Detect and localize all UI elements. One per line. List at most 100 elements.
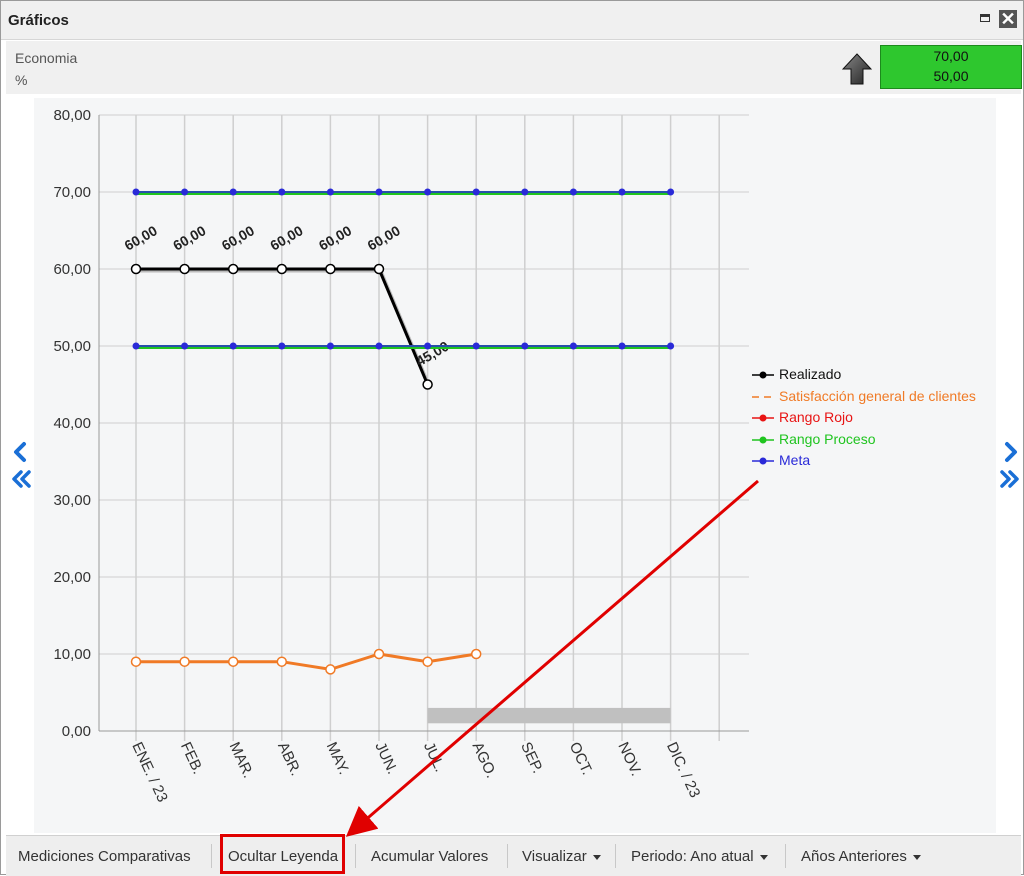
toolbar-divider [211,844,212,868]
data-point [569,342,577,350]
chevron-right-icon[interactable] [999,441,1021,463]
legend-label: Rango Rojo [779,409,853,425]
period-dropdown[interactable]: Periodo: Ano atual [631,848,768,865]
legend-label: Meta [779,452,811,468]
data-point [227,656,239,667]
bottom-toolbar: Mediciones Comparativas Ocultar Leyenda … [6,835,1021,876]
data-point [325,664,336,675]
double-chevron-right-icon[interactable] [999,468,1021,490]
data-label: 60,00 [170,222,209,253]
chevron-left-icon[interactable] [10,441,32,463]
data-label: 60,00 [365,222,404,253]
data-point [278,188,286,196]
y-tick-label: 80,00 [53,107,91,124]
data-point [179,656,190,667]
legend-item[interactable]: Meta [751,452,810,468]
data-point [375,188,383,196]
y-tick-label: 20,00 [53,569,91,586]
legend-item[interactable]: Realizado [751,366,841,382]
legend-label: Realizado [779,366,842,382]
x-tick-label: SEP. [517,740,546,776]
x-tick-label: ABR. [274,740,304,779]
maximize-icon[interactable] [977,10,995,28]
data-point [618,342,626,350]
data-point [618,188,626,196]
y-tick-label: 30,00 [53,492,91,509]
toolbar-divider [355,844,356,868]
caret-down-icon [592,854,601,860]
data-point [130,263,142,275]
comparative-measurements-button[interactable]: Mediciones Comparativas [18,848,191,865]
data-label: 45,00 [413,338,452,369]
legend-label: Rango Proceso [779,430,876,447]
indicator-name: Economia [15,50,78,66]
x-tick-label: JUN. [371,740,400,777]
data-point [422,656,433,667]
data-point [375,342,383,350]
indicator-value-box: 70,00 50,00 [880,45,1022,89]
view-dropdown-label: Visualizar [522,848,587,865]
data-point [521,188,529,196]
x-tick-label: ENE. / 23 [128,740,171,805]
value-top: 70,00 [933,48,969,64]
legend-label: Satisfacción general de clientes [779,387,976,404]
legend-symbol [752,371,774,379]
hide-legend-button[interactable]: Ocultar Leyenda [228,848,338,865]
data-point [326,188,334,196]
data-point [424,188,432,196]
x-tick-label: MAY. [323,740,353,778]
x-tick-label: DIC. / 23 [663,740,703,801]
y-tick-label: 60,00 [53,261,91,278]
caret-down-icon [912,854,921,860]
data-point [569,188,577,196]
data-point [132,342,140,350]
data-point [667,188,675,196]
double-chevron-left-icon[interactable] [10,468,32,490]
line-chart: 0,00 10,00 20,00 30,00 40,00 50,00 60,00 70,00 8… [53,107,749,805]
view-dropdown[interactable]: Visualizar [522,848,601,865]
data-point [229,342,237,350]
x-tick-label: OCT. [566,740,596,778]
previous-years-label: Años Anteriores [801,848,907,865]
legend-symbol [752,396,774,398]
indicator-header: Economia % 70,00 50,00 [6,41,1022,94]
data-label: 60,00 [219,222,258,253]
data-point [229,188,237,196]
data-point [422,379,433,390]
legend-symbol [752,414,774,422]
accumulate-values-button[interactable]: Acumular Valores [371,848,488,865]
data-point [667,342,675,350]
x-tick-label: JUL. [420,740,448,775]
y-tick-label: 40,00 [53,415,91,432]
toolbar-divider [785,844,786,868]
graphs-window: Gráficos ✕ Economia % 70,00 50,00 0,00 1… [0,0,1024,876]
data-point [470,648,482,660]
data-label: 60,00 [122,222,161,253]
legend-item[interactable]: Satisfacción general de clientes [751,388,976,404]
data-point [132,188,140,196]
legend-item[interactable]: Rango Rojo [751,409,853,425]
x-tick-label: NOV. [614,740,644,779]
data-point [472,188,480,196]
data-point [181,188,189,196]
legend-item[interactable]: Rango Proceso [751,431,876,447]
previous-years-dropdown[interactable]: Años Anteriores [801,848,921,865]
data-label: 60,00 [316,222,355,253]
data-point [521,342,529,350]
y-tick-label: 10,00 [53,646,91,663]
data-point [181,342,189,350]
x-tick-label: FEB. [177,740,206,777]
x-tick-label: MAR. [226,740,257,781]
data-point [276,263,288,275]
close-icon[interactable]: ✕ [999,10,1017,28]
data-point [276,656,288,667]
value-bottom: 50,00 [933,68,969,84]
y-tick-label: 50,00 [53,338,91,355]
data-label: 60,00 [267,222,306,253]
caret-down-icon [759,854,768,860]
y-tick-label: 0,00 [62,723,91,740]
data-point [373,648,385,660]
range-band [427,707,671,724]
data-point [424,342,432,350]
period-dropdown-label: Periodo: Ano atual [631,848,754,865]
